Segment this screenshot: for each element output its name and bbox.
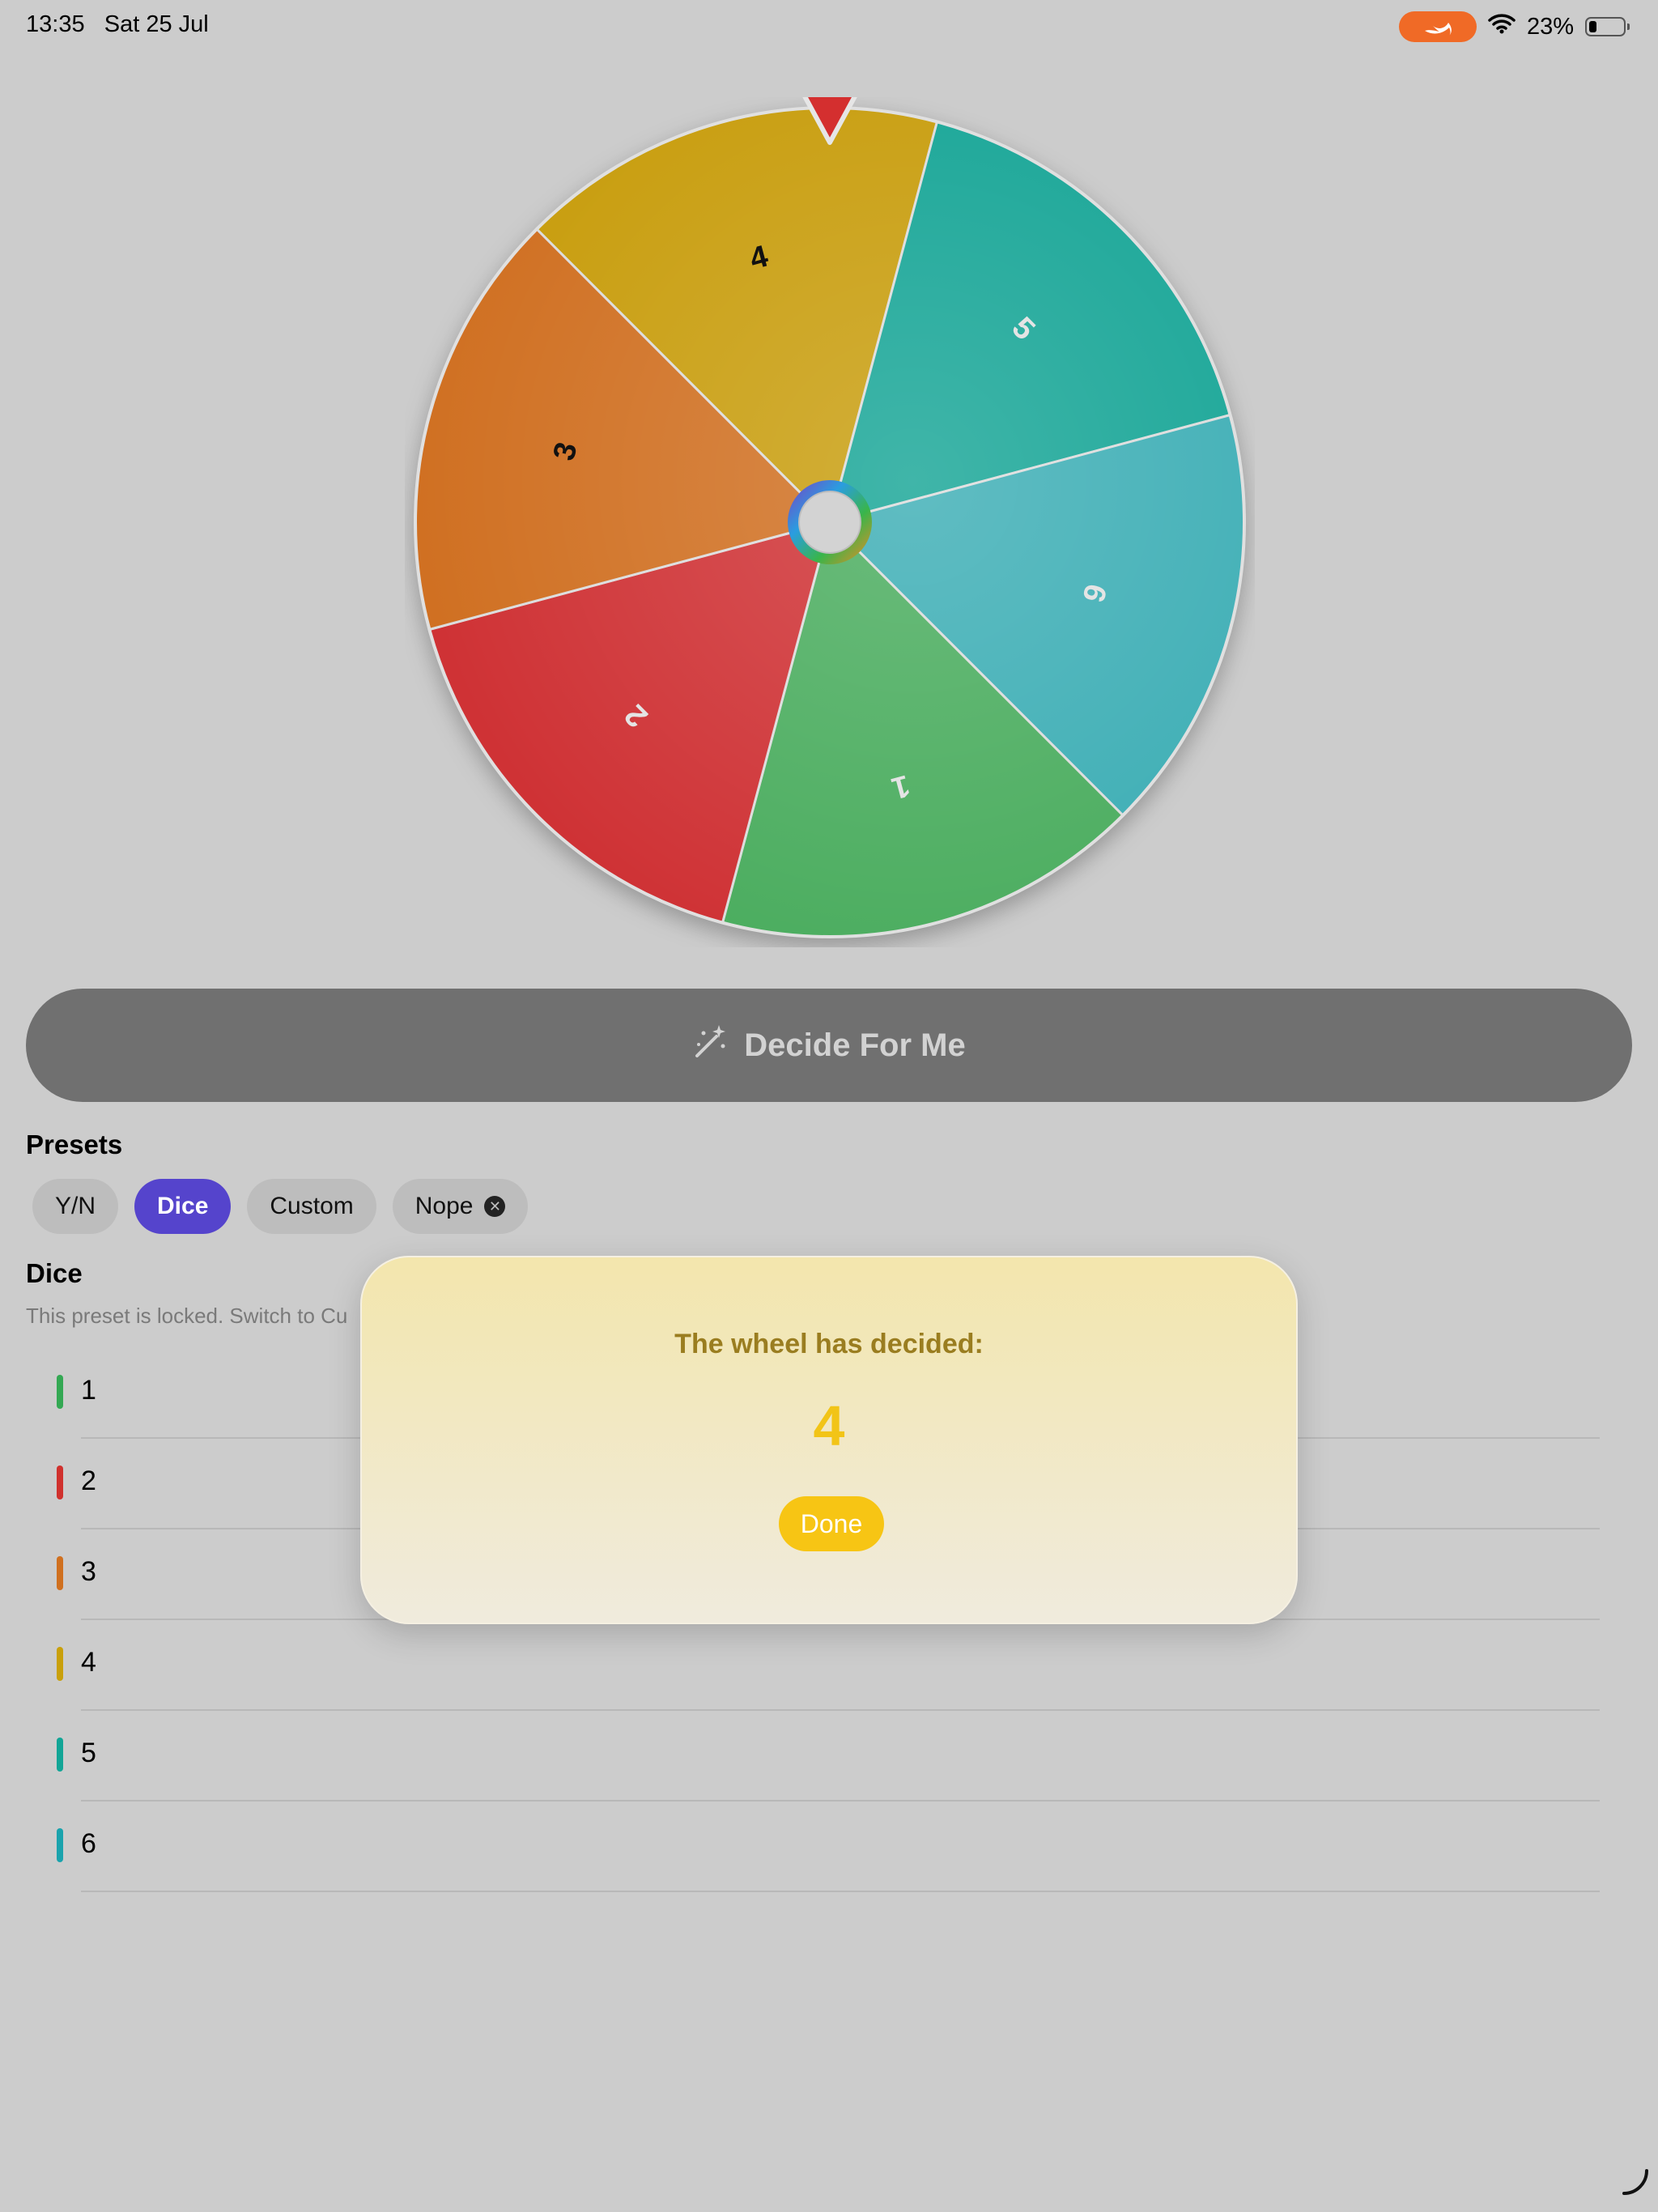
wifi-icon bbox=[1488, 13, 1516, 40]
preset-chip-nope[interactable]: Nope ✕ bbox=[392, 1179, 529, 1234]
divider bbox=[81, 1891, 1600, 1892]
option-label: 3 bbox=[81, 1556, 96, 1587]
preset-chip-label: Custom bbox=[270, 1193, 354, 1219]
list-item[interactable]: 4 bbox=[57, 1620, 1600, 1711]
option-label: 5 bbox=[81, 1738, 96, 1768]
preset-chip-label: Dice bbox=[157, 1193, 209, 1219]
option-color-bar bbox=[57, 1465, 63, 1499]
preset-chip-yn[interactable]: Y/N bbox=[32, 1179, 119, 1234]
status-time: 13:35 Sat 25 Jul bbox=[26, 11, 209, 38]
corner-arc-icon bbox=[1621, 2165, 1650, 2206]
presets-title: Presets bbox=[26, 1129, 123, 1159]
status-indicators: 23% bbox=[1398, 11, 1630, 42]
option-label: 6 bbox=[81, 1828, 96, 1859]
option-color-bar bbox=[57, 1738, 63, 1772]
result-value: 4 bbox=[813, 1394, 845, 1457]
spin-wheel[interactable]: 456123 bbox=[405, 97, 1255, 947]
hub-center bbox=[798, 491, 861, 554]
locked-note: This preset is locked. Switch to Cu bbox=[26, 1304, 348, 1328]
option-color-bar bbox=[57, 1556, 63, 1590]
option-label: 2 bbox=[81, 1465, 96, 1496]
swift-icon bbox=[1398, 11, 1477, 42]
list-item[interactable]: 5 bbox=[57, 1711, 1600, 1802]
result-modal: The wheel has decided: 4 Done bbox=[360, 1256, 1298, 1624]
decide-button-label: Decide For Me bbox=[744, 1027, 966, 1063]
done-button[interactable]: Done bbox=[779, 1496, 884, 1551]
list-item[interactable]: 6 bbox=[57, 1802, 1600, 1892]
option-label: 1 bbox=[81, 1375, 96, 1406]
magic-wand-icon bbox=[692, 1023, 728, 1067]
status-clock: 13:35 bbox=[26, 11, 85, 37]
preset-chip-custom[interactable]: Custom bbox=[247, 1179, 376, 1234]
preset-chip-label: Y/N bbox=[55, 1193, 96, 1219]
option-color-bar bbox=[57, 1375, 63, 1409]
battery-icon bbox=[1585, 17, 1630, 36]
decide-button[interactable]: Decide For Me bbox=[26, 989, 1632, 1102]
preset-chip-label: Nope bbox=[414, 1193, 474, 1219]
preset-chips: Y/N Dice Custom Nope ✕ bbox=[32, 1179, 529, 1234]
option-color-bar bbox=[57, 1828, 63, 1862]
current-preset-title: Dice bbox=[26, 1258, 83, 1288]
remove-preset-icon[interactable]: ✕ bbox=[484, 1196, 506, 1217]
preset-chip-dice[interactable]: Dice bbox=[134, 1179, 232, 1234]
status-date: Sat 25 Jul bbox=[104, 11, 209, 37]
option-label: 4 bbox=[81, 1647, 96, 1678]
battery-fill bbox=[1589, 21, 1596, 32]
battery-percentage: 23% bbox=[1526, 13, 1574, 40]
result-title: The wheel has decided: bbox=[674, 1329, 984, 1359]
option-color-bar bbox=[57, 1647, 63, 1681]
